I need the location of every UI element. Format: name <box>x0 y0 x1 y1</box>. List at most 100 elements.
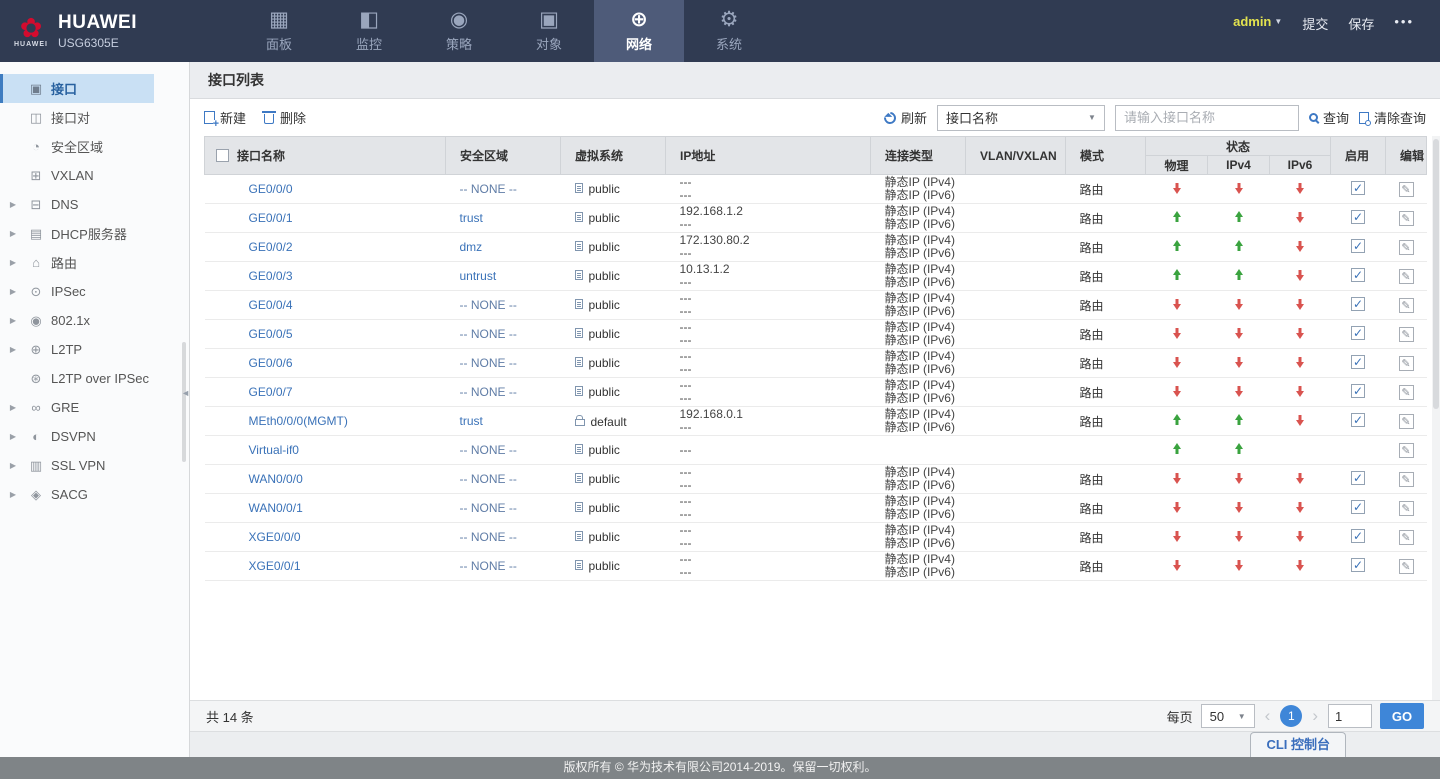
zone-value: -- NONE -- <box>459 385 517 399</box>
ip-address-cell: --- --- <box>665 348 871 378</box>
enable-checkbox[interactable]: ✓ <box>1351 412 1366 427</box>
enable-checkbox[interactable]: ✓ <box>1351 325 1366 340</box>
zone-link[interactable]: trust <box>460 211 483 225</box>
interface-name-link[interactable]: WAN0/0/1 <box>249 501 303 515</box>
interface-name-link[interactable]: GE0/0/1 <box>249 211 293 225</box>
enable-checkbox[interactable]: ✓ <box>1351 470 1366 485</box>
trash-icon <box>262 111 277 124</box>
refresh-icon <box>881 109 899 126</box>
zone-link[interactable]: untrust <box>460 269 497 283</box>
nav-tab-policy[interactable]: ◉ 策略 <box>414 0 504 62</box>
enable-checkbox[interactable]: ✓ <box>1351 383 1366 398</box>
sidebar-item-security-zone[interactable]: ◔ 安全区域 <box>0 132 154 161</box>
enable-checkbox[interactable]: ✓ <box>1351 528 1366 543</box>
search-input[interactable] <box>1114 104 1299 131</box>
interface-name-link[interactable]: XGE0/0/0 <box>249 530 301 544</box>
next-page-icon[interactable]: › <box>1310 706 1320 726</box>
enable-checkbox[interactable]: ✓ <box>1351 354 1366 369</box>
zone-link[interactable]: trust <box>460 414 483 428</box>
nav-tab-object[interactable]: ▣ 对象 <box>504 0 594 62</box>
vsys-value: public <box>588 356 620 370</box>
edit-icon[interactable]: ✎ <box>1398 297 1414 313</box>
sidebar-item-dsvpn[interactable]: ▶ ◐ DSVPN <box>0 422 154 451</box>
interface-name-link[interactable]: GE0/0/2 <box>249 240 293 254</box>
sidebar-item-sslvpn[interactable]: ▶ ▥ SSL VPN <box>0 451 154 480</box>
sidebar-item-l2tp[interactable]: ▶ ⊕ L2TP <box>0 335 154 364</box>
edit-icon[interactable]: ✎ <box>1398 558 1414 574</box>
edit-icon[interactable]: ✎ <box>1398 239 1414 255</box>
interface-name-link[interactable]: WAN0/0/0 <box>249 472 303 486</box>
interface-name-link[interactable]: GE0/0/4 <box>249 298 293 312</box>
edit-icon[interactable]: ✎ <box>1398 181 1414 197</box>
nav-tab-system[interactable]: ⚙ 系统 <box>684 0 774 62</box>
more-menu[interactable]: ••• <box>1394 14 1414 29</box>
interface-name-link[interactable]: GE0/0/7 <box>249 385 293 399</box>
page-number-input[interactable] <box>1328 704 1372 728</box>
enable-checkbox[interactable]: ✓ <box>1351 267 1366 282</box>
interface-name-link[interactable]: GE0/0/0 <box>249 182 293 196</box>
enable-checkbox[interactable]: ✓ <box>1351 557 1366 572</box>
enable-checkbox[interactable]: ✓ <box>1351 238 1366 253</box>
vsys-value: public <box>588 269 620 283</box>
edit-icon[interactable]: ✎ <box>1398 384 1414 400</box>
edit-icon[interactable]: ✎ <box>1398 326 1414 342</box>
content-scrollbar-thumb[interactable] <box>1433 139 1439 409</box>
interface-name-link[interactable]: MEth0/0/0(MGMT) <box>249 414 348 428</box>
search-icon <box>1308 113 1318 122</box>
sidebar-item-l2tp-over-ipsec[interactable]: ⊛ L2TP over IPSec <box>0 364 154 393</box>
edit-icon[interactable]: ✎ <box>1398 442 1414 458</box>
query-button[interactable]: 查询 <box>1308 108 1349 127</box>
col-header-ipv6: IPv6 <box>1268 155 1332 175</box>
sidebar-item-ipsec[interactable]: ▶ ⊙ IPSec <box>0 277 154 306</box>
status-up-arrow <box>1234 240 1243 252</box>
sidebar-collapse-icon[interactable]: ◄ <box>181 388 190 398</box>
zone-link[interactable]: dmz <box>460 240 483 254</box>
submit-button[interactable]: 提交 <box>1302 14 1328 33</box>
save-button[interactable]: 保存 <box>1348 14 1374 33</box>
interface-name-link[interactable]: Virtual-if0 <box>249 443 299 457</box>
delete-button[interactable]: 删除 <box>262 108 306 127</box>
edit-icon[interactable]: ✎ <box>1398 471 1414 487</box>
enable-checkbox[interactable]: ✓ <box>1351 180 1366 195</box>
current-page-button[interactable]: 1 <box>1280 705 1303 727</box>
sidebar-item-dot1x[interactable]: ▶ ◉ 802.1x <box>0 306 154 335</box>
user-menu[interactable]: admin ▼ <box>1233 14 1282 29</box>
filter-field-select[interactable]: 接口名称 ▼ <box>936 104 1105 131</box>
sidebar-item-dhcp-server[interactable]: ▶ ▤ DHCP服务器 <box>0 219 154 248</box>
new-button[interactable]: 新建 <box>204 108 246 129</box>
content-scrollbar-track[interactable] <box>1432 136 1440 700</box>
edit-icon[interactable]: ✎ <box>1398 500 1414 516</box>
sidebar-item-route[interactable]: ▶ ⌂ 路由 <box>0 248 154 277</box>
edit-icon[interactable]: ✎ <box>1398 355 1414 371</box>
prev-page-icon[interactable]: ‹ <box>1263 706 1273 726</box>
table-row: MEth0/0/0(MGMT) trust default 192.168.0.1 --… <box>204 406 1427 436</box>
go-button[interactable]: GO <box>1380 703 1424 729</box>
enable-checkbox[interactable]: ✓ <box>1351 296 1366 311</box>
sidebar-item-vxlan[interactable]: ⊞ VXLAN <box>0 161 154 190</box>
cli-console-button[interactable]: CLI 控制台 <box>1250 732 1346 757</box>
sidebar-item-interface-pair[interactable]: ◫ 接口对 <box>0 103 154 132</box>
interface-name-link[interactable]: GE0/0/6 <box>249 356 293 370</box>
edit-icon[interactable]: ✎ <box>1398 268 1414 284</box>
nav-tab-dashboard[interactable]: ▦ 面板 <box>234 0 324 62</box>
interface-name-link[interactable]: GE0/0/5 <box>249 327 293 341</box>
clear-query-button[interactable]: 清除查询 <box>1358 108 1426 127</box>
enable-checkbox[interactable]: ✓ <box>1351 209 1366 224</box>
sidebar-item-interface[interactable]: ▣ 接口 <box>0 74 154 103</box>
cli-strip: CLI 控制台 <box>190 732 1440 757</box>
per-page-select[interactable]: 50 ▼ <box>1200 704 1255 728</box>
nav-tab-network[interactable]: ⊕ 网络 <box>594 0 684 62</box>
select-all-checkbox[interactable] <box>216 149 229 162</box>
sidebar-item-sacg[interactable]: ▶ ◈ SACG <box>0 480 154 509</box>
enable-checkbox[interactable]: ✓ <box>1351 499 1366 514</box>
sidebar-scrollbar[interactable] <box>182 342 186 462</box>
edit-icon[interactable]: ✎ <box>1398 529 1414 545</box>
interface-name-link[interactable]: GE0/0/3 <box>249 269 293 283</box>
nav-tab-monitor[interactable]: ◧ 监控 <box>324 0 414 62</box>
sidebar-item-gre[interactable]: ▶ ∞ GRE <box>0 393 154 422</box>
interface-name-link[interactable]: XGE0/0/1 <box>249 559 301 573</box>
edit-icon[interactable]: ✎ <box>1398 210 1414 226</box>
refresh-button[interactable]: 刷新 <box>881 108 927 127</box>
sidebar-item-dns[interactable]: ▶ ⊟ DNS <box>0 190 154 219</box>
edit-icon[interactable]: ✎ <box>1398 413 1414 429</box>
